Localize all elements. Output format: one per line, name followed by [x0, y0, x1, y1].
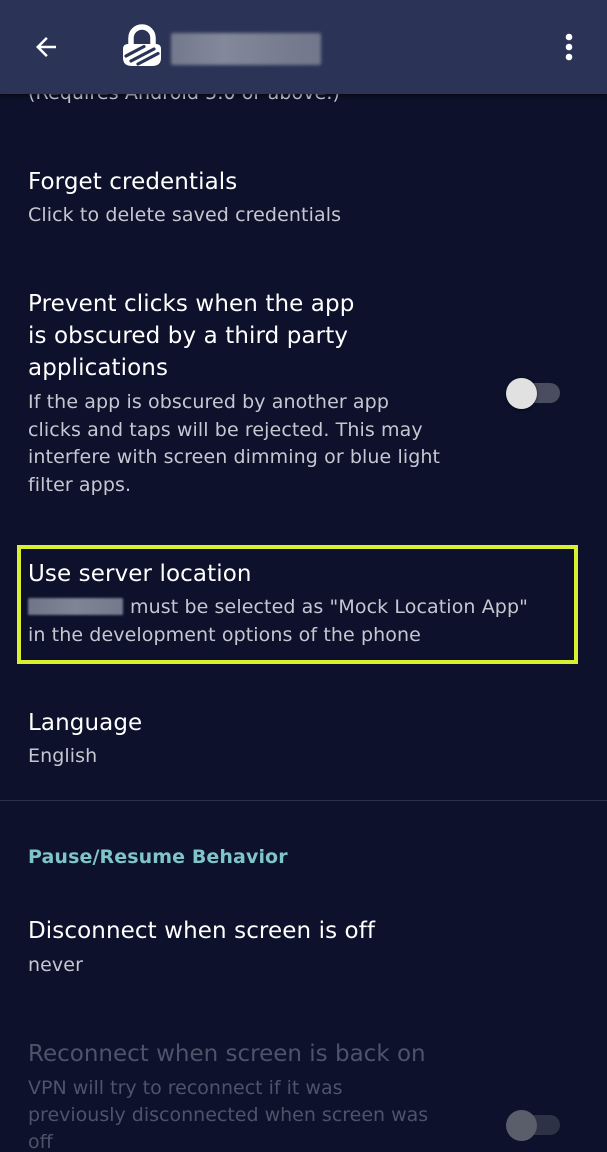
pref-prevent-clicks-summary-line-1: If the app is obscured by another app — [28, 391, 389, 413]
pref-forget-credentials[interactable]: Forget credentials Click to delete saved… — [0, 150, 607, 254]
pref-prevent-clicks-title-line-3: applications — [28, 355, 169, 381]
reconnect-toggle — [506, 1104, 562, 1144]
pref-reconnect-screen-on: Reconnect when screen is back on VPN wil… — [0, 1022, 607, 1152]
arrow-left-icon[interactable] — [26, 27, 66, 67]
toggle-thumb — [506, 378, 537, 409]
pref-prevent-clicks-summary-line-3: interfere with screen dimming or blue li… — [28, 446, 441, 468]
pref-disconnect-title: Disconnect when screen is off — [28, 918, 376, 944]
pref-reconnect-summary-line-2: previously disconnected when screen was — [28, 1104, 429, 1126]
more-vert-icon[interactable] — [552, 27, 586, 67]
pref-prevent-clicks-summary-line-2: clicks and taps will be rejected. This m… — [28, 419, 423, 441]
pref-disconnect-screen-off[interactable]: Disconnect when screen is off never — [0, 900, 607, 1000]
pref-forget-credentials-summary: Click to delete saved credentials — [28, 204, 342, 226]
pref-reconnect-summary-line-3: off — [28, 1131, 53, 1152]
category-pause-resume: Pause/Resume Behavior — [28, 846, 288, 868]
pref-language[interactable]: Language English — [0, 690, 607, 794]
pref-reconnect-summary-line-1: VPN will try to reconnect if it was — [28, 1077, 343, 1099]
toggle-thumb — [506, 1110, 537, 1141]
pref-prevent-clicks-title-line-1: Prevent clicks when the app — [28, 291, 355, 317]
pref-language-title: Language — [28, 710, 143, 736]
settings-screen: (Requires Android 5.0 or above.) Forget … — [0, 0, 607, 1152]
prevent-clicks-toggle[interactable] — [506, 372, 562, 412]
pref-prevent-clicks-title-line-2: is obscured by a third party — [28, 323, 349, 349]
pref-disconnect-value: never — [28, 954, 83, 976]
pref-reconnect-title: Reconnect when screen is back on — [28, 1041, 426, 1067]
settings-list[interactable]: (Requires Android 5.0 or above.) Forget … — [0, 0, 607, 1152]
section-divider — [0, 800, 607, 801]
app-bar — [0, 0, 607, 94]
highlight-box — [17, 545, 578, 664]
app-title-redacted — [171, 33, 321, 65]
lock-logo-icon — [118, 24, 166, 70]
pref-forget-credentials-title: Forget credentials — [28, 169, 238, 195]
pref-prevent-clicks[interactable]: Prevent clicks when the app is obscured … — [0, 272, 607, 522]
pref-prevent-clicks-summary-line-4: filter apps. — [28, 474, 132, 496]
pref-language-value: English — [28, 745, 98, 767]
